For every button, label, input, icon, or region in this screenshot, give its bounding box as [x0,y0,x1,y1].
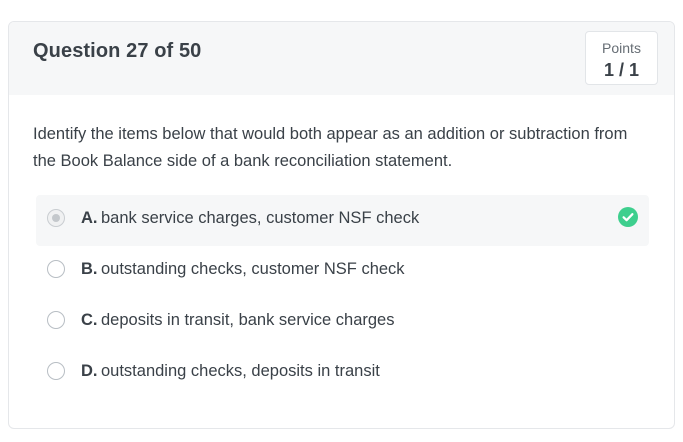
question-title: Question 27 of 50 [33,40,202,62]
radio-button-c[interactable] [47,311,65,329]
option-d[interactable]: D. outstanding checks, deposits in trans… [36,348,649,399]
radio-button-a[interactable] [47,209,65,227]
option-text: outstanding checks, customer NSF check [101,260,405,278]
points-label: Points [602,40,641,56]
points-value: 1 / 1 [603,60,640,80]
points-box: Points 1 / 1 [585,31,658,85]
question-prompt: Identify the items below that would both… [33,125,628,170]
option-text: bank service charges, customer NSF check [101,209,420,227]
answer-options: A. bank service charges, customer NSF ch… [36,195,649,399]
option-b[interactable]: B. outstanding checks, customer NSF chec… [36,246,649,297]
option-text: deposits in transit, bank service charge… [101,311,395,329]
check-circle-icon [618,207,638,227]
option-letter: C. [81,311,98,329]
radio-button-d[interactable] [47,362,65,380]
option-letter: B. [81,260,98,278]
option-letter: D. [81,362,98,380]
option-c[interactable]: C. deposits in transit, bank service cha… [36,297,649,348]
question-header: Question 27 of 50 Points 1 / 1 [9,22,674,95]
option-letter: A. [81,209,98,227]
radio-button-b[interactable] [47,260,65,278]
option-text: outstanding checks, deposits in transit [101,362,380,380]
option-a[interactable]: A. bank service charges, customer NSF ch… [36,195,649,246]
question-card: Question 27 of 50 Points 1 / 1 Identify … [8,21,675,429]
